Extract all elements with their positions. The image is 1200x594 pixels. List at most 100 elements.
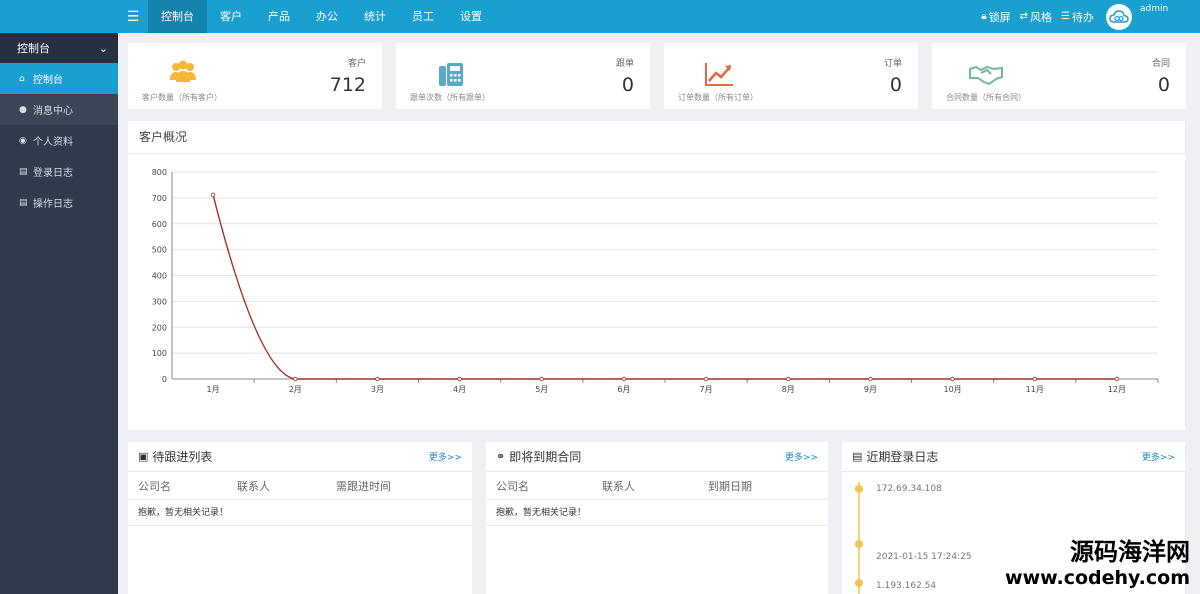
stat-value: 0: [889, 74, 902, 96]
fax-icon: [439, 63, 463, 86]
stat-card-followups[interactable]: 跟单次数（所有跟单） 跟单 0: [396, 43, 650, 109]
y-tick-label: 800: [152, 168, 167, 177]
panel-title: 待跟进列表: [152, 450, 213, 464]
nav-dashboard[interactable]: 控制台: [148, 0, 207, 33]
empty-message: 抱歉，暂无相关记录！: [486, 500, 828, 526]
y-tick-label: 600: [152, 220, 167, 229]
home-icon: ⌂: [19, 73, 25, 84]
stat-title: 合同: [1151, 59, 1170, 69]
stat-sub: 合同数量（所有合同）: [946, 93, 1026, 102]
expiring-contracts-panel: ⚭ 即将到期合同 更多>> 公司名 联系人 到期日期 抱歉，暂无相关记录！: [486, 442, 828, 594]
stat-value: 712: [329, 74, 366, 96]
sidebar-header-label: 控制台: [17, 42, 50, 55]
column-header: 公司名: [138, 479, 171, 493]
table-header: 公司名 联系人 需跟进时间: [128, 472, 472, 500]
data-point: [1114, 376, 1120, 382]
timeline-dot: [855, 485, 863, 493]
avatar[interactable]: [1106, 3, 1132, 30]
sidebar-header[interactable]: 控制台 ⌄: [0, 33, 118, 63]
file-icon: ▤: [19, 166, 28, 177]
x-tick-label: 10月: [943, 385, 961, 394]
stat-card-contracts[interactable]: 合同数量（所有合同） 合同 0: [932, 43, 1186, 109]
list-icon: ☰: [1061, 11, 1070, 22]
column-header: 联系人: [237, 479, 270, 493]
comment-icon: ●: [19, 104, 27, 115]
stat-sub: 订单数量（所有订单）: [678, 93, 758, 102]
x-tick-label: 12月: [1108, 385, 1126, 394]
sidebar-item-dashboard[interactable]: ⌂ 控制台: [0, 63, 118, 94]
timeline-dot: [855, 540, 863, 548]
sidebar-item-label: 登录日志: [33, 168, 73, 179]
data-point: [703, 376, 709, 382]
nav-products[interactable]: 产品: [255, 0, 303, 33]
sidebar-item-label: 消息中心: [33, 106, 73, 117]
x-tick-label: 2月: [289, 385, 302, 394]
sidebar-item-label: 操作日志: [33, 199, 73, 210]
sidebar-item-login-log[interactable]: ▤ 登录日志: [0, 156, 118, 187]
nav-settings[interactable]: 设置: [447, 0, 495, 33]
sidebar-item-messages[interactable]: ● 消息中心: [0, 94, 118, 125]
stat-card-orders[interactable]: 订单数量（所有订单） 订单 0: [664, 43, 918, 109]
column-header: 联系人: [602, 479, 635, 493]
theme-label: 风格: [1030, 10, 1053, 24]
more-link[interactable]: 更多>>: [1142, 450, 1175, 463]
nav-customers[interactable]: 客户: [207, 0, 255, 33]
data-point: [950, 376, 955, 382]
login-ip: 1.193.162.54: [876, 581, 937, 591]
x-tick-label: 9月: [864, 385, 877, 394]
empty-message: 抱歉，暂无相关记录！: [128, 500, 472, 526]
todo-button[interactable]: ☰ 待办: [1061, 9, 1094, 25]
y-tick-label: 400: [152, 272, 167, 281]
stat-title: 订单: [883, 59, 902, 69]
x-tick-label: 3月: [371, 385, 384, 394]
more-link[interactable]: 更多>>: [429, 450, 462, 463]
column-header: 需跟进时间: [336, 479, 391, 493]
column-header: 到期日期: [708, 479, 752, 493]
y-tick-label: 700: [152, 194, 167, 203]
data-point: [293, 376, 298, 382]
panel-title: 客户概况: [128, 121, 1185, 154]
timeline-dot: [855, 579, 863, 587]
nav-statistics[interactable]: 统计: [351, 0, 399, 33]
panel-title: 近期登录日志: [866, 450, 939, 464]
followup-list-panel: ▣ 待跟进列表 更多>> 公司名 联系人 需跟进时间 抱歉，暂无相关记录！: [128, 442, 472, 594]
data-point: [786, 376, 791, 382]
briefcase-icon: ▣: [138, 450, 149, 463]
doc-icon: ▤: [852, 450, 863, 463]
sidebar-item-label: 控制台: [33, 75, 63, 86]
x-tick-label: 1月: [207, 385, 220, 394]
data-point: [868, 376, 873, 382]
y-tick-label: 300: [152, 297, 167, 306]
data-point: [1032, 376, 1037, 382]
username[interactable]: admin: [1140, 0, 1200, 33]
nav-office[interactable]: 办公: [303, 0, 351, 33]
watermark: 源码海洋网 www.codehy.com: [1005, 538, 1190, 590]
lock-icon: 🔒︎: [981, 11, 987, 22]
lock-screen-button[interactable]: 🔒︎ 锁屏: [981, 9, 1010, 25]
users-icon: [170, 60, 196, 82]
data-point: [457, 376, 462, 382]
sidebar: 控制台 ⌄ ⌂ 控制台 ● 消息中心 ◉ 个人资料 ▤ 登录日志 ▤ 操作日志: [0, 33, 118, 594]
data-point: [375, 376, 380, 382]
data-point: [621, 376, 627, 382]
data-point: [210, 192, 216, 197]
stat-title: 跟单: [615, 59, 634, 69]
stat-title: 客户: [347, 59, 366, 69]
y-tick-label: 200: [152, 323, 167, 332]
file-icon: ▤: [19, 197, 28, 208]
customer-overview-panel: 客户概况 0 100 200 300 400 500 600 700 800 1月 2月 3月 4月 5月…: [128, 121, 1185, 430]
menu-toggle-icon[interactable]: ☰: [118, 0, 148, 33]
stat-sub: 客户数量（所有客户）: [142, 93, 222, 102]
table-header: 公司名 联系人 到期日期: [486, 472, 828, 500]
sidebar-item-operation-log[interactable]: ▤ 操作日志: [0, 187, 118, 218]
login-time: 2021-01-15 17:24:25: [876, 552, 972, 562]
main-content: 客户数量（所有客户） 客户 712 跟单次数（所有跟单） 跟单 0 订单数量（所…: [118, 33, 1200, 594]
login-ip: 172.69.34.108: [876, 484, 942, 494]
nav-staff[interactable]: 员工: [399, 0, 447, 33]
stat-card-customers[interactable]: 客户数量（所有客户） 客户 712: [128, 43, 382, 109]
theme-button[interactable]: ⇄ 风格: [1020, 9, 1052, 25]
sidebar-item-profile[interactable]: ◉ 个人资料: [0, 125, 118, 156]
more-link[interactable]: 更多>>: [785, 450, 818, 463]
x-tick-label: 11月: [1026, 385, 1044, 394]
main-nav: 控制台 客户 产品 办公 统计 员工 设置: [148, 0, 495, 33]
